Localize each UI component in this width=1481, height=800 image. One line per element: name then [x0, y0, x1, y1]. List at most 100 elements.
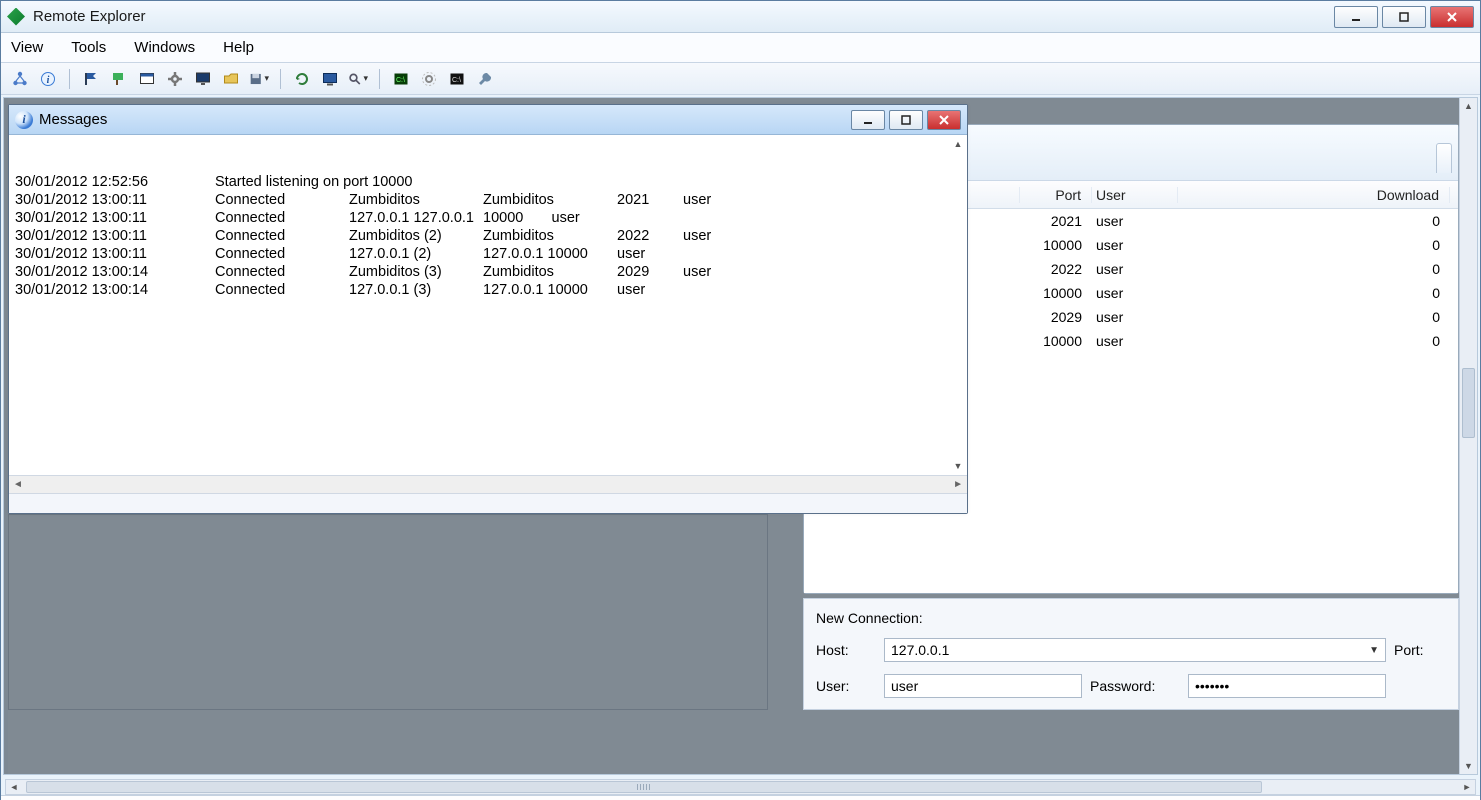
- col-download[interactable]: Download: [1178, 187, 1450, 203]
- message-cell: user: [617, 245, 683, 263]
- cell-download: 0: [1178, 237, 1450, 253]
- window-controls: [1334, 6, 1474, 28]
- message-cell: 30/01/2012 13:00:11: [15, 209, 215, 227]
- message-cell: 127.0.0.1 (3): [349, 281, 483, 299]
- menu-tools[interactable]: Tools: [71, 39, 106, 56]
- message-row[interactable]: 30/01/2012 13:00:14Connected127.0.0.1 (3…: [15, 281, 961, 299]
- minimize-button[interactable]: [1334, 6, 1378, 28]
- display-icon[interactable]: [319, 68, 341, 90]
- message-row[interactable]: 30/01/2012 13:00:11ConnectedZumbiditosZu…: [15, 191, 961, 209]
- cell-port: 2029: [1020, 309, 1092, 325]
- maximize-button[interactable]: [1382, 6, 1426, 28]
- cell-download: 0: [1178, 261, 1450, 277]
- scrollbar-thumb[interactable]: [1462, 368, 1475, 438]
- message-cell: user: [683, 227, 733, 245]
- scroll-left-icon[interactable]: ◄: [13, 479, 23, 490]
- message-cell: [617, 173, 683, 191]
- wrench-icon[interactable]: [474, 68, 496, 90]
- main-horizontal-scrollbar[interactable]: ◄ ►: [5, 779, 1476, 795]
- menu-windows[interactable]: Windows: [134, 39, 195, 56]
- menu-help[interactable]: Help: [223, 39, 254, 56]
- terminal-green-icon[interactable]: C:\: [390, 68, 412, 90]
- cell-download: 0: [1178, 213, 1450, 229]
- app-icon: [7, 8, 25, 26]
- message-row[interactable]: 30/01/2012 13:00:11Connected127.0.0.1 12…: [15, 209, 961, 227]
- message-row[interactable]: 30/01/2012 12:52:56Started listening on …: [15, 173, 961, 191]
- message-cell: 30/01/2012 13:00:14: [15, 263, 215, 281]
- messages-close-button[interactable]: [927, 110, 961, 130]
- message-row[interactable]: 30/01/2012 13:00:11Connected127.0.0.1 (2…: [15, 245, 961, 263]
- search-icon[interactable]: [347, 68, 369, 90]
- toolbar-separator: [280, 69, 281, 89]
- main-vertical-scrollbar[interactable]: ▲ ▼: [1459, 98, 1477, 774]
- message-cell: 10000 user: [483, 209, 617, 227]
- connections-tab[interactable]: [1436, 143, 1452, 173]
- message-cell: Connected: [215, 263, 349, 281]
- message-row[interactable]: 30/01/2012 13:00:11ConnectedZumbiditos (…: [15, 227, 961, 245]
- window-icon[interactable]: [136, 68, 158, 90]
- new-connection-title: New Connection:: [816, 610, 1446, 626]
- message-cell: [683, 209, 733, 227]
- toolbar-separator: [69, 69, 70, 89]
- scrollbar-thumb[interactable]: [26, 781, 1262, 793]
- message-cell: 30/01/2012 13:00:11: [15, 227, 215, 245]
- message-cell: [683, 173, 733, 191]
- client-area: Host Port User Download Zumbiditos2021us…: [3, 97, 1478, 775]
- password-input[interactable]: [1188, 674, 1386, 698]
- messages-body[interactable]: 30/01/2012 12:52:56Started listening on …: [9, 135, 967, 475]
- message-cell: 127.0.0.1 10000: [483, 281, 617, 299]
- scroll-down-icon[interactable]: ▼: [1460, 758, 1477, 774]
- scroll-right-icon[interactable]: ►: [953, 479, 963, 490]
- messages-minimize-button[interactable]: [851, 110, 885, 130]
- monitor-icon[interactable]: [192, 68, 214, 90]
- messages-titlebar[interactable]: Messages: [9, 105, 967, 135]
- host-combo[interactable]: 127.0.0.1 ▼: [884, 638, 1386, 662]
- message-cell: 127.0.0.1 (2): [349, 245, 483, 263]
- col-port[interactable]: Port: [1020, 187, 1092, 203]
- scroll-up-icon[interactable]: ▲: [951, 137, 965, 151]
- message-row[interactable]: 30/01/2012 13:00:14ConnectedZumbiditos (…: [15, 263, 961, 281]
- folder-icon[interactable]: [220, 68, 242, 90]
- messages-maximize-button[interactable]: [889, 110, 923, 130]
- svg-text:C:\: C:\: [396, 77, 405, 84]
- network-icon[interactable]: [9, 68, 31, 90]
- scroll-right-icon[interactable]: ►: [1459, 780, 1475, 794]
- paint-icon[interactable]: [108, 68, 130, 90]
- scroll-up-icon[interactable]: ▲: [1460, 98, 1477, 114]
- message-cell: 127.0.0.1 127.0.0.1: [349, 209, 483, 227]
- message-cell: [683, 281, 733, 299]
- titlebar: Remote Explorer: [1, 1, 1480, 33]
- user-input[interactable]: [884, 674, 1082, 698]
- message-cell: Connected: [215, 191, 349, 209]
- messages-hscrollbar[interactable]: ◄ ►: [9, 475, 967, 493]
- menu-view[interactable]: View: [11, 39, 43, 56]
- window-title: Remote Explorer: [33, 8, 1334, 25]
- cell-user: user: [1092, 333, 1178, 349]
- refresh-icon[interactable]: [291, 68, 313, 90]
- user-label: User:: [816, 678, 876, 694]
- scroll-left-icon[interactable]: ◄: [6, 780, 22, 794]
- close-button[interactable]: [1430, 6, 1474, 28]
- cell-user: user: [1092, 285, 1178, 301]
- message-cell: Connected: [215, 245, 349, 263]
- chevron-down-icon: ▼: [1369, 645, 1379, 656]
- cell-download: 0: [1178, 285, 1450, 301]
- message-cell: [683, 245, 733, 263]
- settings-icon[interactable]: [418, 68, 440, 90]
- message-cell: [617, 209, 683, 227]
- svg-text:C:\: C:\: [452, 77, 461, 84]
- info-icon[interactable]: i: [37, 68, 59, 90]
- cell-port: 2021: [1020, 213, 1092, 229]
- gear-icon[interactable]: [164, 68, 186, 90]
- scroll-down-icon[interactable]: ▼: [951, 459, 965, 473]
- terminal-black-icon[interactable]: C:\: [446, 68, 468, 90]
- message-cell: Started listening on port 10000: [215, 173, 349, 191]
- disk-icon[interactable]: [248, 68, 270, 90]
- flag-icon[interactable]: [80, 68, 102, 90]
- main-window: Remote Explorer View Tools Windows Help …: [0, 0, 1481, 800]
- message-cell: Zumbiditos (2): [349, 227, 483, 245]
- cell-port: 10000: [1020, 285, 1092, 301]
- port-label: Port:: [1394, 642, 1446, 658]
- toolbar: i C:\ C:\: [1, 63, 1480, 95]
- col-user[interactable]: User: [1092, 187, 1178, 203]
